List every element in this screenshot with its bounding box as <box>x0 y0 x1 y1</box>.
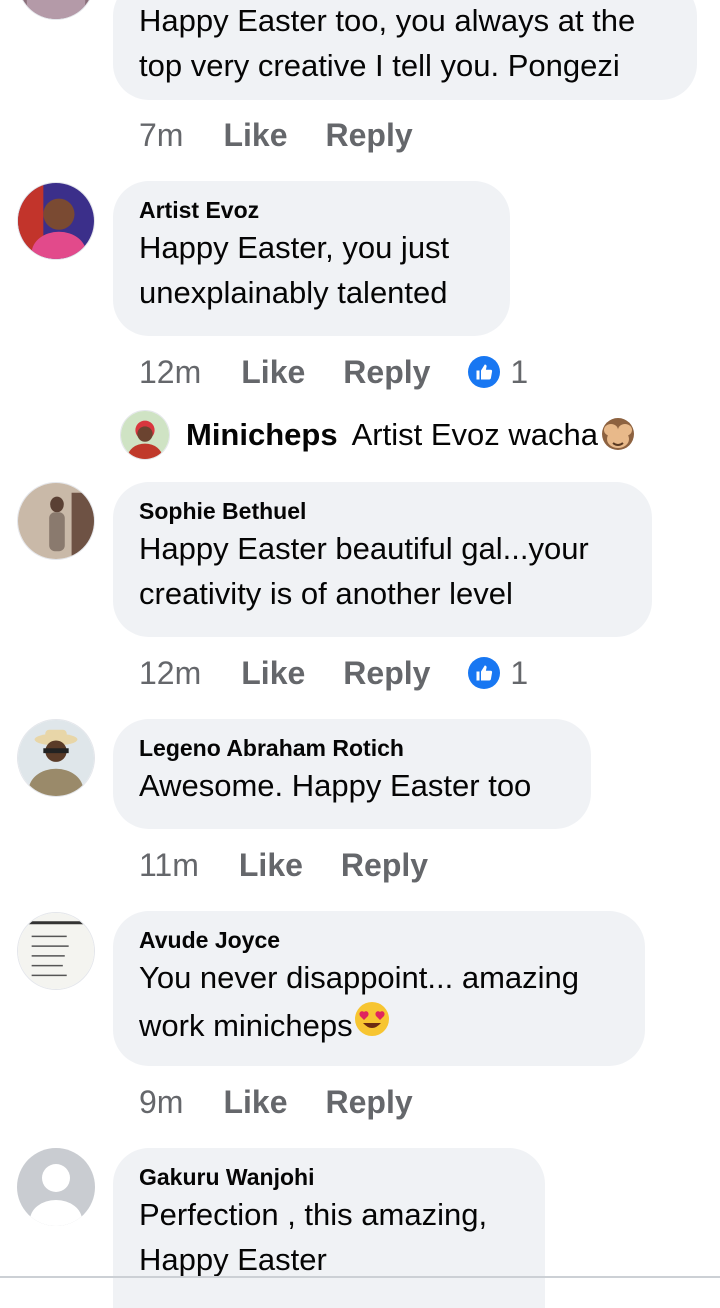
comment-time: 12m <box>139 655 202 691</box>
reply-button[interactable]: Reply <box>325 115 412 155</box>
commenter-avatar[interactable] <box>17 719 95 797</box>
comment-text: Happy Easter, you just <box>139 230 450 265</box>
reply-preview[interactable]: Minicheps Artist Evoz wacha <box>120 410 638 460</box>
commenter-name[interactable]: Artist Evoz <box>139 195 484 225</box>
reply-button[interactable]: Reply <box>325 1082 412 1122</box>
comment-bubble: Happy Easter too, you always at the top … <box>113 0 697 100</box>
comment-bubble: Legeno Abraham Rotich Awesome. Happy Eas… <box>113 719 591 829</box>
commenter-avatar[interactable] <box>17 0 95 20</box>
commenter-avatar[interactable] <box>17 912 95 990</box>
commenter-name[interactable]: Avude Joyce <box>139 925 619 955</box>
commenter-name[interactable]: Legeno Abraham Rotich <box>139 733 565 763</box>
reaction-count[interactable]: 1 <box>510 352 528 392</box>
heart-eyes-emoji <box>353 1000 391 1050</box>
comment-time: 9m <box>139 1084 184 1120</box>
like-button[interactable]: Like <box>223 115 287 155</box>
reply-button[interactable]: Reply <box>341 845 428 885</box>
comment-text: You never disappoint... amazing <box>139 960 580 995</box>
divider <box>0 1276 720 1278</box>
like-thumb-icon[interactable] <box>468 356 501 388</box>
like-thumb-icon[interactable] <box>468 657 501 689</box>
reply-button[interactable]: Reply <box>343 653 430 693</box>
comment-text: Perfection , this amazing, <box>139 1197 488 1232</box>
comment-text: work minicheps <box>139 1007 353 1043</box>
reaction-count[interactable]: 1 <box>510 653 528 693</box>
comment-actions: 12m Like Reply 1 <box>139 352 528 392</box>
reply-author[interactable]: Minicheps <box>186 417 338 453</box>
comment-time: 12m <box>139 354 202 390</box>
comment-actions: 7m Like Reply <box>139 115 451 155</box>
commenter-name[interactable]: Gakuru Wanjohi <box>139 1162 519 1192</box>
comment-time: 11m <box>139 847 199 883</box>
like-button[interactable]: Like <box>223 1082 287 1122</box>
comment-actions: 12m Like Reply 1 <box>139 653 528 693</box>
commenter-name[interactable]: Sophie Bethuel <box>139 496 626 526</box>
comment-text: top very creative I tell you. Pongezi <box>139 48 620 83</box>
comment-bubble: Gakuru Wanjohi Perfection , this amazing… <box>113 1148 545 1308</box>
reply-text: Artist Evoz wacha <box>351 417 598 452</box>
comment-text: Happy Easter beautiful gal...your <box>139 531 589 566</box>
comment-bubble: Avude Joyce You never disappoint... amaz… <box>113 911 645 1066</box>
comment-text: Happy Easter too, you always at the <box>139 3 636 38</box>
commenter-avatar[interactable] <box>17 1148 95 1226</box>
comment-bubble: Artist Evoz Happy Easter, you just unexp… <box>113 181 510 336</box>
comment-text: creativity is of another level <box>139 576 513 611</box>
comment-text-line: work minicheps <box>139 1000 619 1050</box>
comment-text: Awesome. Happy Easter too <box>139 768 532 803</box>
comment-time: 7m <box>139 117 184 153</box>
commenter-avatar[interactable] <box>17 482 95 560</box>
like-button[interactable]: Like <box>239 845 303 885</box>
reply-button[interactable]: Reply <box>343 352 430 392</box>
comment-bubble: Sophie Bethuel Happy Easter beautiful ga… <box>113 482 652 637</box>
see-no-evil-monkey-emoji <box>598 413 638 458</box>
like-button[interactable]: Like <box>241 653 305 693</box>
reply-avatar[interactable] <box>120 410 170 460</box>
comment-text: unexplainably talented <box>139 275 448 310</box>
comment-actions: 9m Like Reply <box>139 1082 451 1122</box>
commenter-avatar[interactable] <box>17 182 95 260</box>
comment-actions: 11m Like Reply <box>139 845 466 885</box>
like-button[interactable]: Like <box>241 352 305 392</box>
